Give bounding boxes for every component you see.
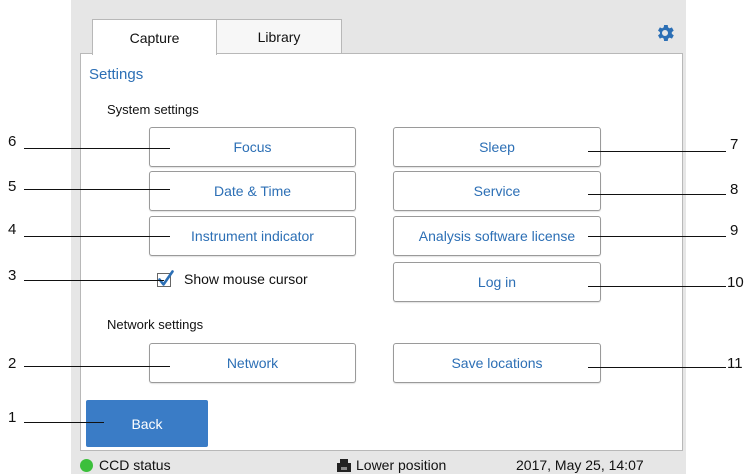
network-button[interactable]: Network	[149, 343, 356, 383]
callout-line-10	[588, 286, 726, 287]
show-mouse-cursor-label: Show mouse cursor	[184, 271, 308, 287]
show-mouse-cursor-row[interactable]: Show mouse cursor	[156, 270, 308, 288]
callout-11: 11	[727, 355, 743, 372]
gear-icon[interactable]	[654, 22, 676, 44]
back-button[interactable]: Back	[86, 400, 208, 447]
callout-7: 7	[730, 136, 739, 153]
position-status: Lower position	[337, 457, 446, 473]
page-title: Settings	[89, 66, 144, 83]
callout-line-11	[588, 367, 726, 368]
focus-button[interactable]: Focus	[149, 127, 356, 167]
save-locations-button[interactable]: Save locations	[393, 343, 601, 383]
tab-capture[interactable]: Capture	[92, 19, 217, 55]
checkbox-checked-icon[interactable]	[156, 270, 174, 288]
callout-line-8	[588, 194, 726, 195]
instrument-indicator-button[interactable]: Instrument indicator	[149, 216, 356, 256]
callout-line-4	[24, 236, 170, 237]
callout-6: 6	[8, 133, 17, 150]
ccd-status-label: CCD status	[99, 457, 171, 473]
callout-9: 9	[730, 222, 739, 239]
callout-2: 2	[8, 355, 17, 372]
tab-library[interactable]: Library	[216, 19, 342, 53]
log-in-button[interactable]: Log in	[393, 262, 601, 302]
callout-3: 3	[8, 267, 17, 284]
system-settings-heading: System settings	[107, 102, 199, 117]
service-button[interactable]: Service	[393, 171, 601, 211]
callout-5: 5	[8, 178, 17, 195]
callout-1: 1	[8, 409, 17, 426]
callout-4: 4	[8, 221, 17, 238]
sleep-button[interactable]: Sleep	[393, 127, 601, 167]
callout-line-7	[588, 151, 726, 152]
date-time-button[interactable]: Date & Time	[149, 171, 356, 211]
callout-8: 8	[730, 181, 739, 198]
instrument-icon	[337, 458, 351, 472]
datetime-status: 2017, May 25, 14:07	[516, 457, 644, 473]
callout-line-6	[24, 148, 170, 149]
callout-line-3	[24, 280, 164, 281]
network-settings-heading: Network settings	[107, 317, 204, 332]
callout-line-2	[24, 366, 170, 367]
ccd-status: CCD status	[80, 457, 171, 473]
callout-line-5	[24, 189, 170, 190]
status-dot-icon	[80, 458, 93, 472]
position-label: Lower position	[356, 457, 447, 473]
analysis-software-license-button[interactable]: Analysis software license	[393, 216, 601, 256]
callout-line-9	[588, 236, 726, 237]
callout-10: 10	[727, 274, 744, 291]
callout-line-1	[24, 422, 104, 423]
